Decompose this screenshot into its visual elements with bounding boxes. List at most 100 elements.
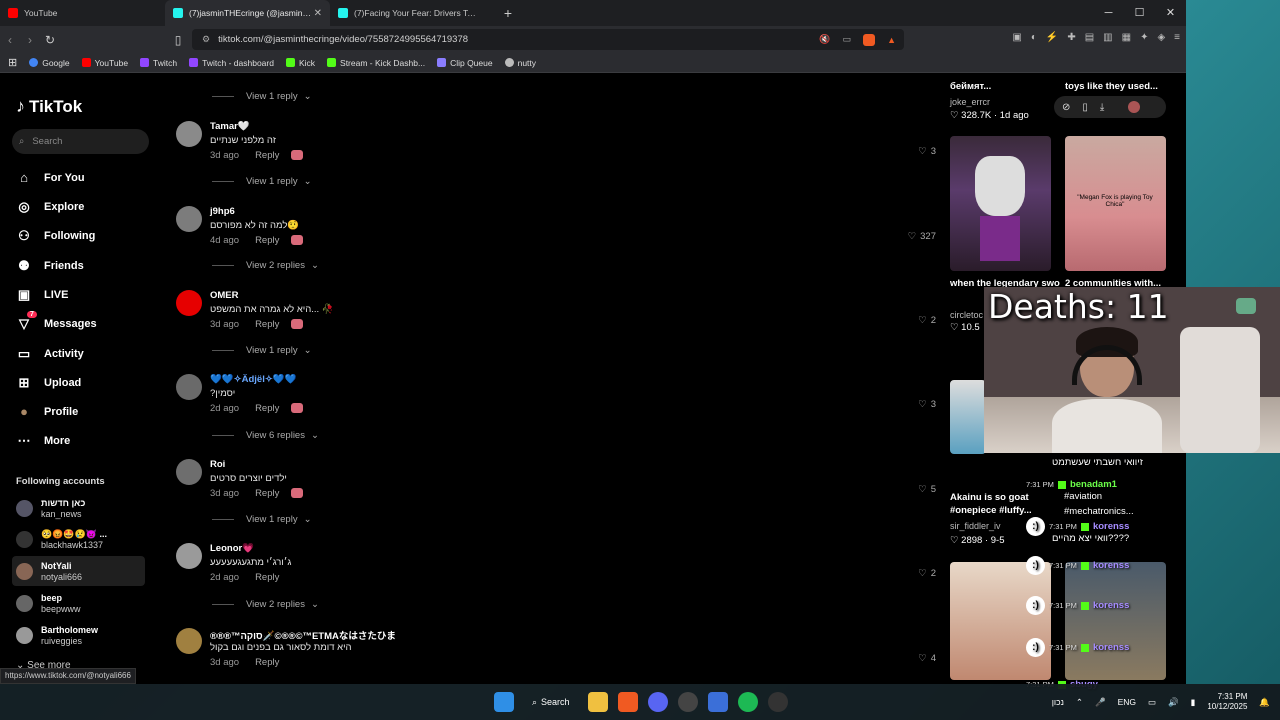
view-replies-button[interactable]: View 1 reply ⌄ — [212, 91, 312, 102]
brave-shield-icon[interactable] — [863, 33, 876, 46]
extension-icon[interactable]: ◐ — [1031, 32, 1037, 43]
view-replies-button[interactable]: View 1 reply ⌄ — [212, 345, 312, 356]
close-icon[interactable]: ✕ — [1155, 0, 1186, 26]
avatar[interactable] — [176, 206, 202, 232]
avatar[interactable] — [176, 121, 202, 147]
tab-tiktok-2[interactable]: (7)Facing Your Fear: Drivers Test Anx... — [330, 0, 495, 26]
comment-author[interactable]: Tamar🤍 — [210, 121, 250, 132]
like-button[interactable]: ♡ 327 — [908, 231, 936, 242]
nav-more[interactable]: ⋯ More — [16, 433, 71, 449]
reply-button[interactable]: Reply — [255, 488, 279, 499]
comment-author[interactable]: 💙💙✧Ädjёl✧💙💙 — [210, 374, 296, 385]
video-author[interactable]: circletoc — [950, 310, 983, 320]
following-account[interactable]: כאן חדשות kan_news — [16, 493, 149, 523]
bookmark-nutty[interactable]: nutty — [504, 58, 536, 68]
vpn-icon[interactable]: ◈ — [1157, 32, 1165, 43]
nav-following[interactable]: ⚇ Following — [16, 228, 95, 244]
chevron-up-icon[interactable]: ⌃ — [1076, 697, 1083, 708]
file-explorer-icon[interactable] — [587, 692, 608, 712]
view-replies-button[interactable]: View 6 replies ⌄ — [212, 430, 319, 441]
bookmark-twitch-dashboard[interactable]: Twitch - dashboard — [189, 58, 274, 68]
brave-browser-icon[interactable] — [617, 692, 638, 712]
comment-author[interactable]: Leonor💗 — [210, 543, 254, 554]
tiktok-logo[interactable]: ♪ TikTok — [16, 96, 82, 117]
video-author[interactable]: joke_errcr — [950, 97, 990, 107]
video-author[interactable]: sir_fiddler_iv — [950, 521, 1001, 531]
like-button[interactable]: ♡ 3 — [918, 146, 936, 157]
bookmark-icon[interactable]: ▯ — [1082, 102, 1088, 113]
url-field[interactable]: ⚙ tiktok.com/@jasminthecringe/video/7558… — [192, 29, 904, 50]
sidebar-toggle-icon[interactable]: ▥ — [1103, 32, 1112, 43]
ai-icon[interactable]: ✦ — [1140, 32, 1148, 43]
avatar[interactable] — [1128, 101, 1141, 113]
nav-live[interactable]: ▣ LIVE — [16, 287, 69, 303]
bookmark-google[interactable]: Google — [29, 58, 70, 68]
notification-icon[interactable]: 🔔 — [1259, 697, 1270, 708]
network-icon[interactable]: ▭ — [1148, 697, 1156, 708]
puzzle-icon[interactable]: ✚ — [1067, 32, 1075, 43]
view-replies-button[interactable]: View 2 replies ⌄ — [212, 599, 319, 610]
forward-icon[interactable]: › — [20, 33, 40, 47]
nav-messages[interactable]: ▽ 7 Messages — [16, 311, 97, 332]
tab-youtube[interactable]: YouTube — [0, 0, 165, 26]
like-button[interactable]: ♡ 2 — [918, 568, 936, 579]
search-input[interactable]: ⌕ Search — [12, 129, 149, 154]
spotify-icon[interactable] — [737, 692, 758, 712]
video-thumbnail[interactable] — [1065, 562, 1166, 680]
reload-icon[interactable]: ↻ — [40, 33, 60, 47]
menu-icon[interactable]: ≡ — [1174, 32, 1180, 43]
nav-explore[interactable]: ◎ Explore — [16, 199, 84, 215]
video-thumbnail[interactable] — [950, 562, 1051, 680]
cast-icon[interactable]: ▭ — [843, 34, 852, 45]
extension-icon[interactable]: ▣ — [1012, 32, 1021, 43]
volume-icon[interactable]: 🔊 — [1168, 697, 1179, 708]
windows-start-icon[interactable] — [494, 692, 514, 712]
video-thumbnail[interactable] — [950, 136, 1051, 271]
avatar[interactable] — [176, 543, 202, 569]
like-button[interactable]: ♡ 5 — [918, 484, 936, 495]
avatar[interactable] — [176, 459, 202, 485]
wallet-icon[interactable]: ▦ — [1122, 32, 1131, 43]
comment-author[interactable]: ®®®™סוקה🗡️©®®©™ETMAなはさたひま — [210, 628, 396, 642]
microphone-icon[interactable]: 🎤 — [1095, 697, 1106, 708]
comment-author[interactable]: Roi — [210, 459, 225, 470]
bookmark-youtube[interactable]: YouTube — [81, 58, 128, 68]
clock[interactable]: 7:31 PM 10/12/2025 — [1207, 692, 1247, 712]
reply-button[interactable]: Reply — [255, 657, 279, 668]
following-account[interactable]: 🥺😡🤩😢👿 ... blackhawk1337 — [16, 524, 149, 554]
like-button[interactable]: ♡ 4 — [918, 653, 936, 664]
video-title[interactable]: беймят... — [950, 81, 1060, 92]
avatar[interactable] — [176, 374, 202, 400]
like-button[interactable]: ♡ 3 — [918, 399, 936, 410]
site-info-icon[interactable]: ⚙ — [202, 34, 210, 45]
bookmark-kick[interactable]: Kick — [285, 58, 315, 68]
comment-author[interactable]: j9hp6 — [210, 206, 235, 217]
following-account[interactable]: beep beepwww — [16, 588, 149, 618]
bookmark-icon[interactable]: ▯ — [168, 33, 188, 47]
share-icon[interactable]: ⊘ — [1062, 102, 1070, 113]
minimize-icon[interactable]: ─ — [1093, 0, 1124, 26]
discord-icon[interactable] — [647, 692, 668, 712]
download-icon[interactable]: ⤓ — [1100, 102, 1104, 113]
bookmark-kick-dashboard[interactable]: Stream - Kick Dashb... — [327, 58, 425, 68]
new-tab-button[interactable]: + — [495, 5, 521, 21]
view-replies-button[interactable]: View 1 reply ⌄ — [212, 176, 312, 187]
video-thumbnail[interactable]: "Megan Fox is playing Toy Chica" — [1065, 136, 1166, 271]
video-thumbnail[interactable] — [950, 380, 986, 454]
nav-profile[interactable]: ● Profile — [16, 404, 78, 419]
brave-rewards-icon[interactable]: ▲ — [887, 35, 896, 45]
apps-icon[interactable]: ⊞ — [8, 56, 17, 69]
reply-button[interactable]: Reply — [255, 319, 279, 330]
input-language-he[interactable]: נכון — [1052, 697, 1064, 707]
app-icon[interactable] — [707, 692, 728, 712]
taskbar-search[interactable]: ⌕ Search — [524, 697, 578, 708]
nav-friends[interactable]: ⚉ Friends — [16, 258, 84, 274]
extension-icon[interactable]: ⚡ — [1046, 32, 1058, 43]
nav-activity[interactable]: ▭ Activity — [16, 346, 84, 362]
following-account[interactable]: Bartholomew ruiveggies — [16, 620, 149, 650]
avatar[interactable] — [176, 628, 202, 654]
reply-button[interactable]: Reply — [255, 572, 279, 583]
reply-button[interactable]: Reply — [255, 235, 279, 246]
following-account-hovered[interactable]: NotYali notyali666 — [12, 556, 145, 586]
reply-button[interactable]: Reply — [255, 150, 279, 161]
